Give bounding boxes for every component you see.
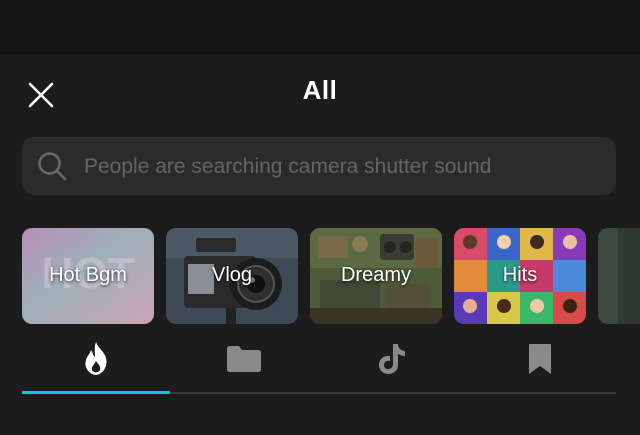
category-label: Dreamy <box>340 264 411 286</box>
category-card-hot-bgm[interactable]: HOT Hot Bgm <box>22 228 154 324</box>
category-label: Hits <box>502 264 538 286</box>
category-card-next[interactable] <box>598 228 640 324</box>
active-tab-indicator <box>22 391 170 394</box>
tiktok-icon <box>379 344 405 374</box>
tab-bar <box>22 327 616 395</box>
search-input[interactable] <box>82 137 606 197</box>
category-label: Vlog <box>211 264 253 286</box>
folder-icon <box>227 346 261 372</box>
tab-folder[interactable] <box>170 327 318 391</box>
tab-bookmark[interactable] <box>466 327 614 391</box>
tab-tiktok[interactable] <box>318 327 466 391</box>
tab-hot[interactable] <box>22 327 170 391</box>
next-category-thumbnail <box>598 228 640 324</box>
search-bar[interactable] <box>22 137 616 197</box>
category-card-hits[interactable]: Hits <box>454 228 586 324</box>
page-title: All <box>302 75 338 105</box>
flame-icon <box>85 342 107 375</box>
category-label: Hot Bgm <box>49 264 127 286</box>
category-card-vlog[interactable]: Vlog <box>166 228 298 324</box>
status-area <box>0 0 640 54</box>
search-icon <box>38 152 67 181</box>
category-card-dreamy[interactable]: Dreamy <box>310 228 442 324</box>
panel-header: All <box>0 54 640 130</box>
app-root: All HOT Hot Bgm <box>0 0 640 435</box>
category-carousel[interactable]: HOT Hot Bgm Vlog Dreamy Hits <box>22 228 640 324</box>
bookmark-icon <box>529 344 551 374</box>
